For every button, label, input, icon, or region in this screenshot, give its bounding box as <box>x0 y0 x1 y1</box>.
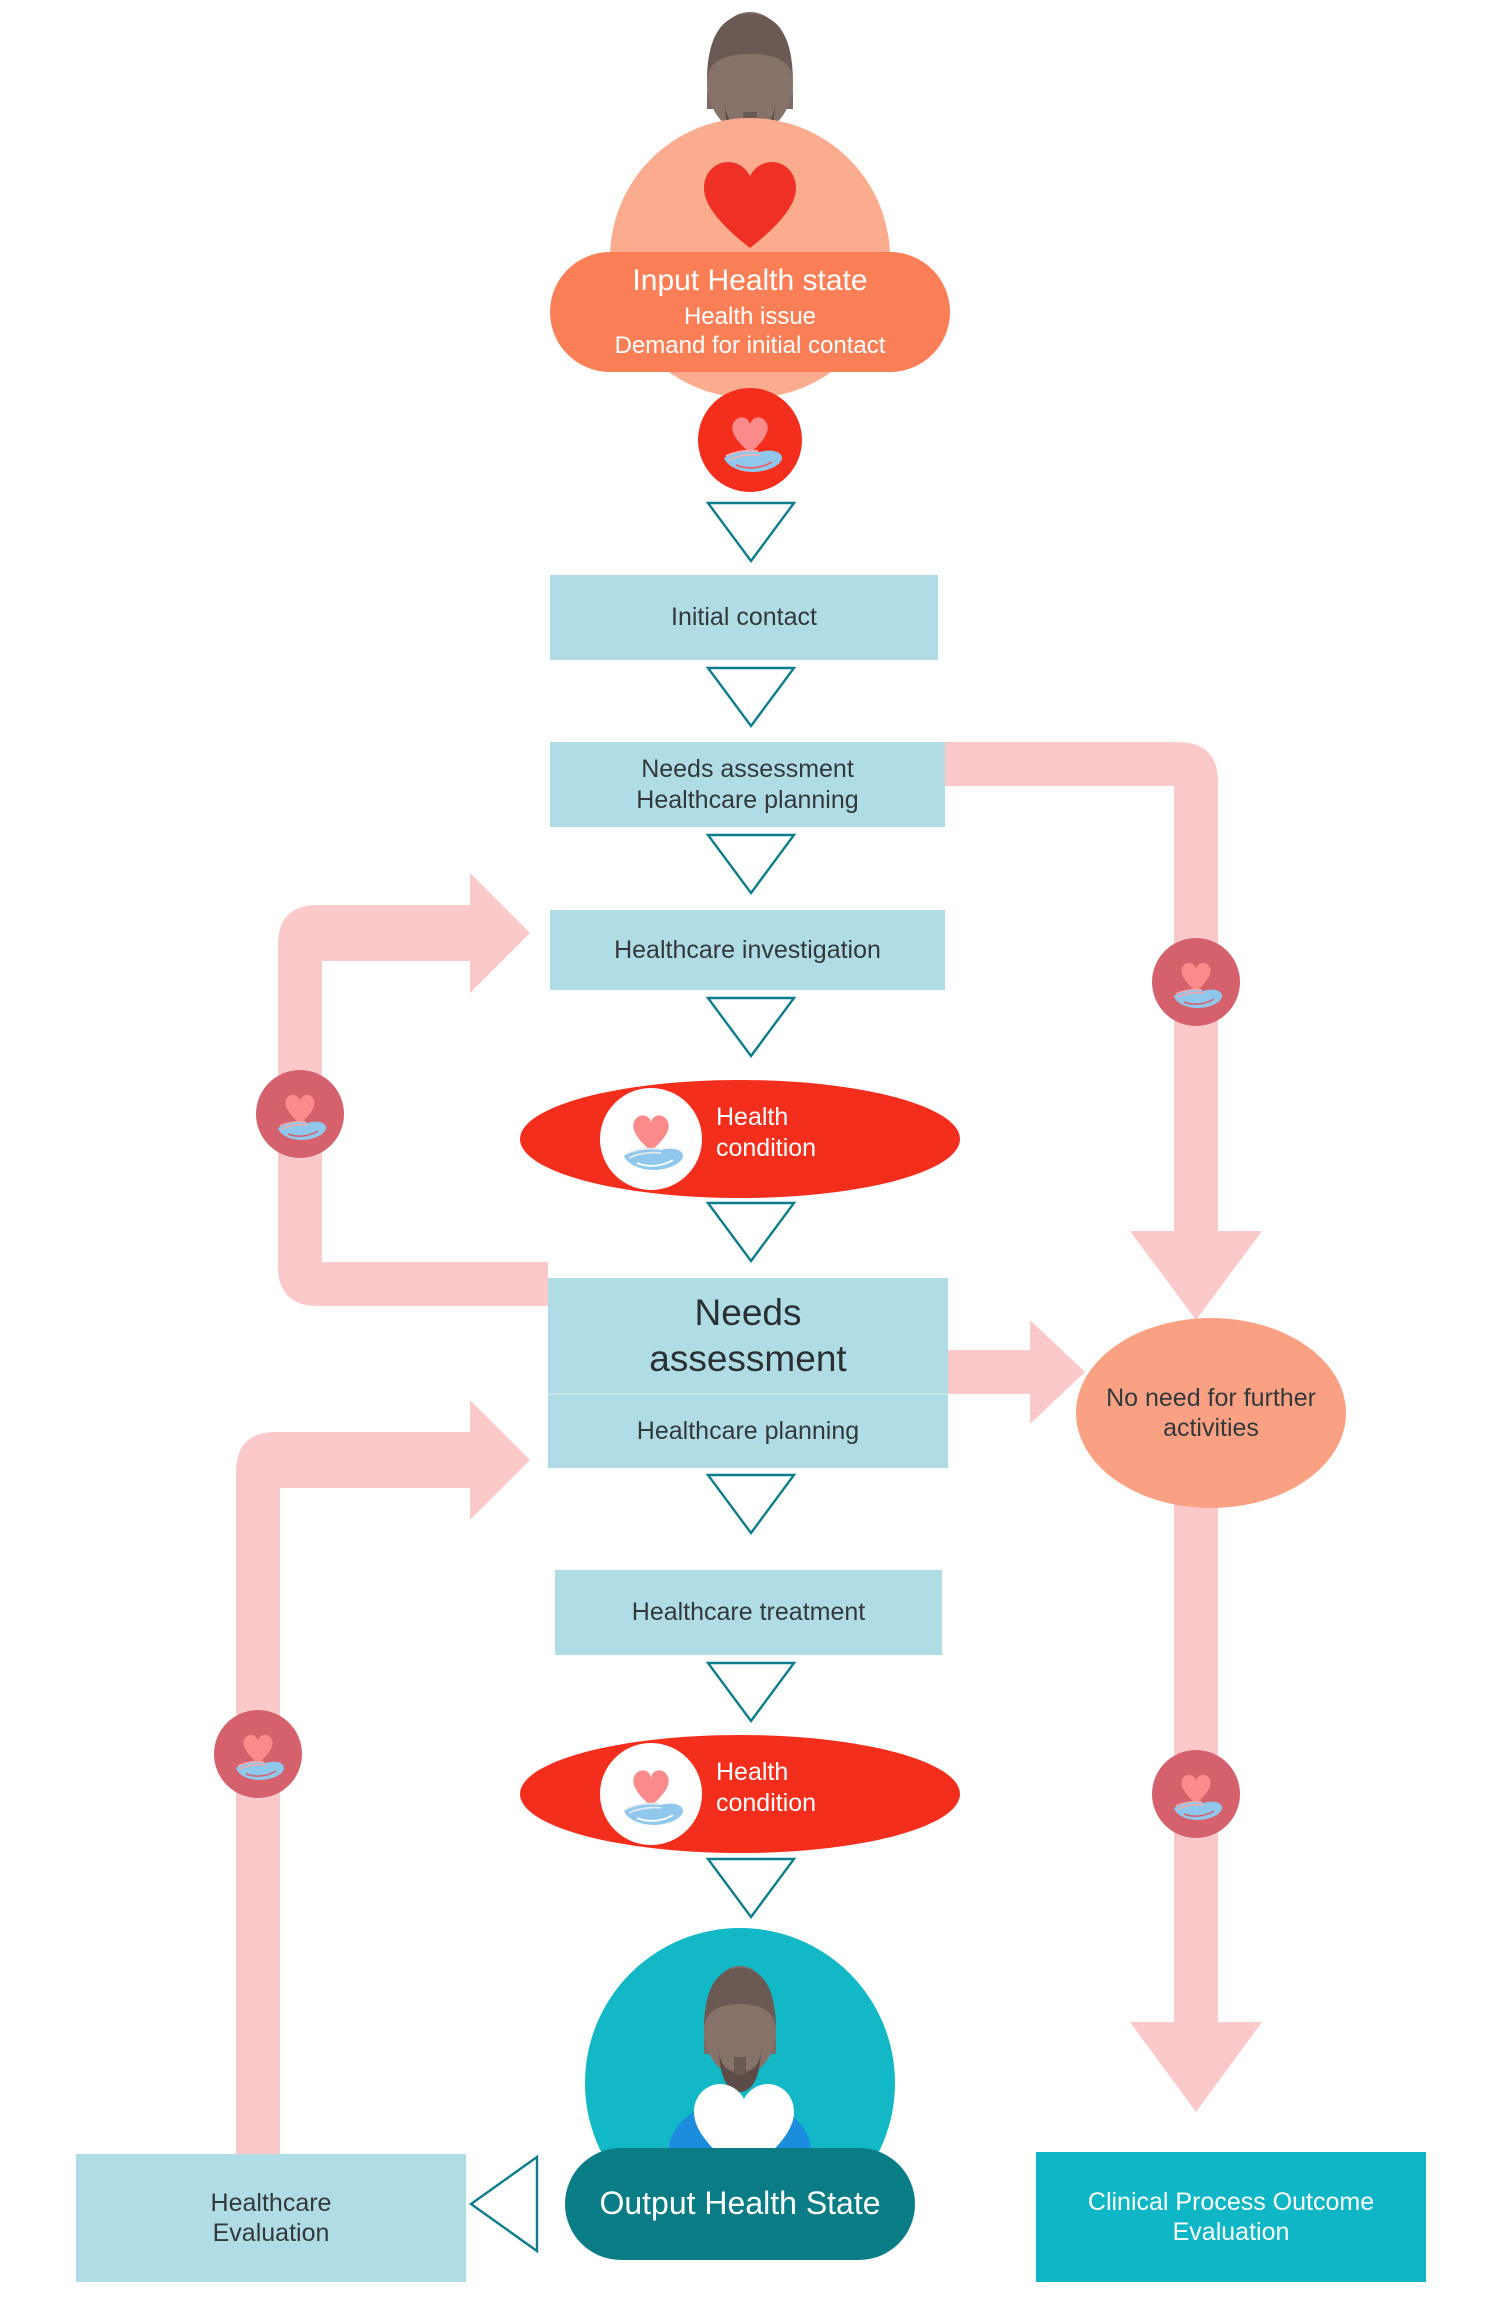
triangle-down-connector-icon-2 <box>705 666 797 729</box>
input-line3: Demand for initial contact <box>614 332 886 360</box>
needs-assessment-2-heading: Needs assessment <box>548 1278 948 1393</box>
arrow-needs2-to-no-need <box>948 1320 1085 1424</box>
health-condition-label-1: Health condition <box>716 1102 896 1165</box>
process-needs-assessment-2[interactable]: Needs assessment Healthcare planning <box>548 1278 948 1468</box>
triangle-down-connector-icon-8 <box>705 1857 797 1920</box>
needs-assessment-2-title: Needs <box>694 1292 802 1334</box>
initial-contact-label: Initial contact <box>671 603 817 632</box>
triangle-down-connector-icon-6 <box>705 1473 797 1536</box>
triangle-down-connector-icon-3 <box>705 833 797 896</box>
heart-in-hand-icon <box>278 1094 326 1140</box>
health-condition-label-2: Health condition <box>716 1757 896 1820</box>
heart-in-hand-icon <box>624 1115 683 1170</box>
health-condition-1-line1: Health <box>716 1103 789 1131</box>
needs-assessment-1-line1: Needs assessment <box>641 755 854 783</box>
triangle-down-connector-icon-4 <box>705 996 797 1059</box>
heart-icon-input <box>704 162 796 248</box>
triangle-down-connector-icon-1 <box>705 501 797 564</box>
triangle-left-connector-icon <box>468 2154 539 2254</box>
process-healthcare-investigation[interactable]: Healthcare investigation <box>550 910 945 990</box>
heart-in-hand-icon <box>624 1770 683 1825</box>
healthcare-treatment-label: Healthcare treatment <box>631 1598 866 1627</box>
input-title: Input Health state <box>632 264 868 298</box>
no-need-line2: activities <box>1163 1414 1259 1442</box>
arrow-healthcare-eval-to-planning <box>236 1400 530 2196</box>
health-condition-icon-circle-1 <box>600 1088 702 1190</box>
health-condition-1-line2: condition <box>716 1134 817 1163</box>
healthcare-investigation-label: Healthcare investigation <box>614 935 881 964</box>
heart-in-hand-icon <box>724 417 782 472</box>
needs-assessment-1-line2: Healthcare planning <box>636 785 859 814</box>
input-line2: Health issue <box>683 303 817 331</box>
process-healthcare-treatment[interactable]: Healthcare treatment <box>555 1570 942 1655</box>
care-badge-right-lower <box>1152 1750 1240 1838</box>
healthcare-evaluation-line1: Healthcare <box>210 2188 332 2217</box>
health-condition-2-line1: Health <box>716 1758 789 1786</box>
needs-assessment-2-subheading: Healthcare planning <box>548 1393 948 1468</box>
care-badge-right-upper <box>1152 938 1240 1026</box>
care-badge-input <box>698 388 802 492</box>
heart-in-hand-icon <box>236 1734 284 1780</box>
flowchart-canvas: Input Health state Health issue Demand f… <box>0 0 1500 2300</box>
decision-health-condition-1[interactable]: Health condition <box>520 1080 960 1198</box>
care-badge-left-lower <box>214 1710 302 1798</box>
heart-in-hand-icon <box>1174 962 1222 1008</box>
output-label: Output Health State <box>599 2185 881 2222</box>
no-need-line1: No need for further <box>1106 1383 1316 1412</box>
health-condition-icon-circle-2 <box>600 1743 702 1845</box>
decision-health-condition-2[interactable]: Health condition <box>520 1735 960 1853</box>
process-healthcare-evaluation[interactable]: Healthcare Evaluation <box>76 2154 466 2282</box>
process-needs-assessment-1[interactable]: Needs assessment Healthcare planning <box>550 742 945 827</box>
end-no-need-for-further-activities[interactable]: No need for further activities <box>1076 1318 1346 1508</box>
heart-in-hand-icon <box>1174 1774 1222 1820</box>
process-initial-contact[interactable]: Initial contact <box>550 575 938 660</box>
triangle-down-connector-icon-5 <box>705 1201 797 1264</box>
arrow-right-to-no-need <box>945 742 1262 1320</box>
process-clinical-outcome-evaluation[interactable]: Clinical Process Outcome Evaluation <box>1036 2152 1426 2282</box>
healthcare-evaluation-line2: Evaluation <box>212 2219 330 2247</box>
needs-assessment-2-subtitle: Healthcare planning <box>636 1417 860 1446</box>
care-badge-left-upper <box>256 1070 344 1158</box>
health-condition-2-line2: condition <box>716 1789 817 1818</box>
clinical-outcome-line2: Evaluation <box>1172 2218 1290 2246</box>
clinical-outcome-line1: Clinical Process Outcome <box>1087 2187 1375 2216</box>
needs-assessment-2-title2: assessment <box>649 1337 847 1379</box>
output-health-state-terminator[interactable]: Output Health State <box>565 2148 915 2260</box>
input-health-state-terminator[interactable]: Input Health state Health issue Demand f… <box>550 252 950 372</box>
triangle-down-connector-icon-7 <box>705 1661 797 1724</box>
